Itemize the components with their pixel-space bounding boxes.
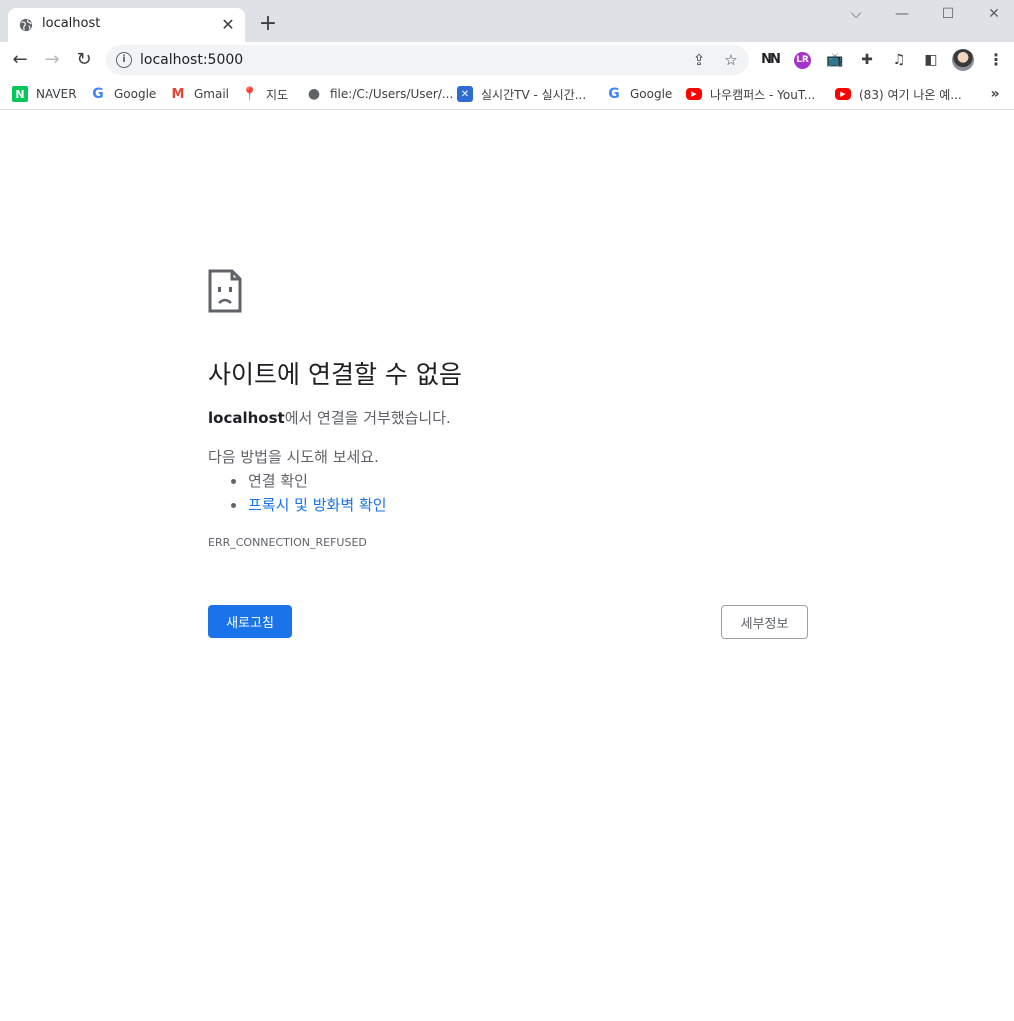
reload-button[interactable]: 새로고침 (208, 605, 292, 638)
gmail-icon: M (171, 86, 185, 102)
bookmark-label: file:/C:/Users/User/... (330, 87, 454, 101)
bookmark-label: 나우캠퍼스 - YouT... (710, 87, 816, 102)
globe-icon (19, 18, 33, 32)
new-tab-icon[interactable]: + (257, 13, 279, 35)
back-icon[interactable]: ← (8, 48, 32, 72)
info-icon[interactable]: i (116, 52, 132, 68)
bookmark-naver[interactable]: N NAVER (12, 83, 77, 105)
error-code: ERR_CONNECTION_REFUSED (208, 536, 367, 549)
error-heading: 사이트에 연결할 수 없음 (208, 360, 462, 389)
bookmark-label: Google (114, 87, 157, 101)
error-host: localhost (208, 409, 285, 427)
globe-icon: ● (307, 86, 321, 102)
toolbar: ← → ↻ i localhost:5000 ⇪ ☆ NN LR 📺 ✚ ♫ ◧… (0, 42, 1014, 78)
tab-localhost[interactable]: localhost ✕ (8, 8, 245, 42)
tv-icon[interactable]: 📺 (825, 50, 845, 70)
bookmark-live-tv[interactable]: ✕ 실시간TV - 실시간... (457, 83, 586, 105)
bookmark-label: 실시간TV - 실시간... (481, 87, 587, 102)
media-icon[interactable]: ♫ (889, 50, 909, 70)
suggestion-check-connection: 연결 확인 (231, 469, 387, 493)
suggestions-intro: 다음 방법을 시도해 보세요. (208, 448, 379, 466)
reload-icon[interactable]: ↻ (72, 48, 96, 72)
avatar[interactable] (952, 49, 974, 71)
error-summary: localhost에서 연결을 거부했습니다. (208, 407, 451, 428)
suggestion-check-proxy-firewall-link[interactable]: 프록시 및 방화벽 확인 (231, 493, 387, 517)
minimize-icon[interactable]: — (890, 4, 914, 24)
bookmark-google[interactable]: G Google (90, 83, 156, 105)
bookmark-file[interactable]: ● file:/C:/Users/User/... (306, 83, 453, 105)
bookmark-youtube-2[interactable]: ▶ (83) 여기 나온 예... (835, 83, 962, 105)
bookmark-label: Gmail (194, 87, 230, 101)
language-reactor-icon[interactable]: LR (794, 52, 811, 69)
forward-icon[interactable]: → (40, 48, 64, 72)
menu-icon[interactable]: ⋮ (986, 50, 1006, 70)
tab-search-icon[interactable]: ⌵ (844, 4, 868, 24)
bookmark-maps[interactable]: 📍 지도 (242, 83, 288, 105)
bookmark-label: (83) 여기 나온 예... (859, 87, 962, 102)
bookmark-youtube-1[interactable]: ▶ 나우캠퍼스 - YouT... (686, 83, 815, 105)
tab-title: localhost (42, 16, 101, 31)
maximize-icon[interactable]: ☐ (936, 4, 960, 24)
bookmark-label: NAVER (36, 87, 77, 101)
bookmark-google-2[interactable]: G Google (606, 83, 672, 105)
puzzle-icon[interactable]: ✚ (857, 50, 877, 70)
bookmarks-overflow-icon[interactable]: » (986, 83, 1004, 105)
naver-icon: N (12, 86, 28, 102)
browser-window: localhost ✕ + ⌵ — ☐ ✕ ← → ↻ i localhost:… (0, 0, 1014, 1021)
bookmark-star-icon[interactable]: ☆ (721, 50, 741, 70)
error-page: 사이트에 연결할 수 없음 localhost에서 연결을 거부했습니다. 다음… (0, 111, 1014, 1021)
bookmark-label: Google (630, 87, 673, 101)
tab-strip: localhost ✕ + ⌵ — ☐ ✕ (0, 0, 1014, 42)
share-icon[interactable]: ⇪ (689, 50, 709, 70)
suggestions-list: 연결 확인 프록시 및 방화벽 확인 (231, 469, 387, 517)
ublock-icon[interactable]: NN (760, 50, 781, 70)
bookmark-gmail[interactable]: M Gmail (170, 83, 229, 105)
details-button[interactable]: 세부정보 (721, 605, 808, 639)
maps-icon: 📍 (241, 86, 259, 102)
sad-page-icon (208, 269, 242, 313)
youtube-icon: ▶ (835, 88, 851, 100)
tv-icon: ✕ (457, 86, 473, 102)
address-bar[interactable]: i localhost:5000 ⇪ ☆ (106, 45, 749, 75)
url-text[interactable]: localhost:5000 (140, 52, 243, 68)
error-summary-text: 에서 연결을 거부했습니다. (284, 409, 451, 427)
bookmark-label: 지도 (266, 87, 289, 102)
side-panel-icon[interactable]: ◧ (921, 50, 941, 70)
bookmarks-bar: N NAVER G Google M Gmail 📍 지도 ● file:/C:… (0, 78, 1014, 110)
google-icon: G (608, 86, 620, 102)
window-close-icon[interactable]: ✕ (982, 4, 1006, 24)
google-icon: G (92, 86, 104, 102)
youtube-icon: ▶ (686, 88, 702, 100)
tab-close-icon[interactable]: ✕ (219, 16, 237, 34)
